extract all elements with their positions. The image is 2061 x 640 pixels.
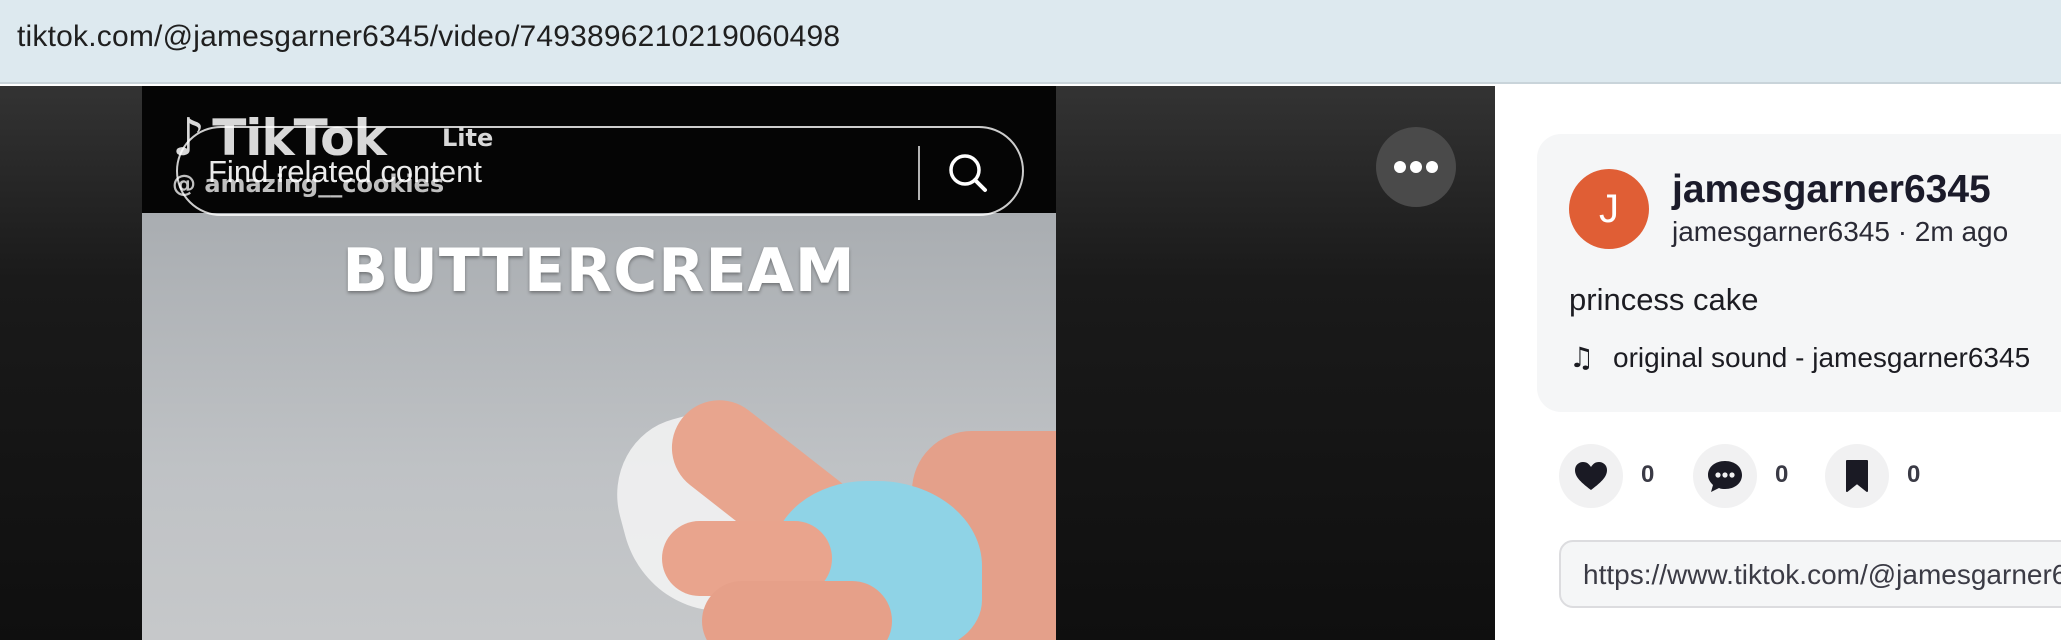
comment-button[interactable] (1693, 444, 1757, 508)
like-button[interactable] (1559, 444, 1623, 508)
bookmark-icon[interactable] (1825, 444, 1889, 508)
hand-piping-bag-image (599, 371, 1056, 640)
avatar[interactable]: J (1569, 169, 1649, 249)
like-count: 0 (1641, 461, 1655, 488)
comment-icon[interactable] (1693, 444, 1757, 508)
url-text[interactable]: tiktok.com/@jamesgarner6345/video/749389… (17, 20, 840, 54)
browser-url-bar[interactable]: tiktok.com/@jamesgarner6345/video/749389… (0, 0, 2061, 84)
search-button[interactable] (933, 138, 1003, 208)
related-content-search[interactable]: Find related content (176, 126, 1024, 216)
more-horizontal-icon (1394, 161, 1406, 173)
video-player[interactable]: ♪ TikTok Lite @ amazing__cookies BUTTERCR… (0, 86, 1495, 640)
author-name[interactable]: jamesgarner6345 (1672, 168, 1991, 212)
search-input[interactable]: Find related content (208, 154, 482, 190)
post-caption: princess cake (1569, 282, 1759, 317)
save-button[interactable] (1825, 444, 1889, 508)
post-info-card: J jamesgarner6345 jamesgarner6345 · 2m a… (1537, 134, 2061, 412)
more-options-button[interactable] (1376, 127, 1456, 207)
video-overlay-title: BUTTERCREAM (342, 236, 856, 306)
post-sidebar: J jamesgarner6345 jamesgarner6345 · 2m a… (1495, 86, 2061, 640)
music-note-icon: ♫ (1569, 341, 1595, 374)
author-meta: jamesgarner6345 · 2m ago (1672, 216, 2009, 247)
heart-icon[interactable] (1559, 444, 1623, 508)
sound-label[interactable]: original sound - jamesgarner6345 (1613, 342, 2030, 373)
search-divider (918, 146, 920, 200)
sound-link[interactable]: ♫ original sound - jamesgarner6345 (1569, 341, 2030, 374)
share-link-field[interactable]: https://www.tiktok.com/@jamesgarner6345/… (1559, 540, 2061, 608)
share-link-text[interactable]: https://www.tiktok.com/@jamesgarner6345/… (1583, 559, 2061, 591)
search-icon[interactable] (933, 138, 1003, 208)
comment-count: 0 (1775, 461, 1789, 488)
save-count: 0 (1907, 461, 1921, 488)
